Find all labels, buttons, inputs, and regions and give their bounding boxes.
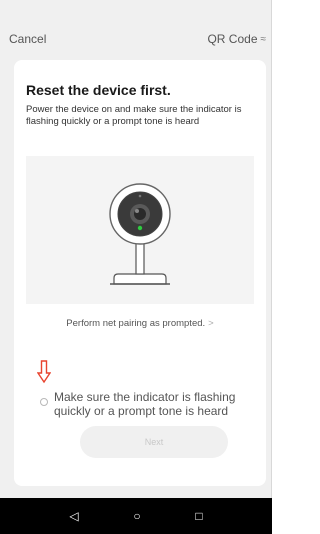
home-icon[interactable]: ○ [133, 509, 140, 523]
chevron-right-icon: > [208, 318, 214, 329]
confirm-radio[interactable] [40, 398, 48, 406]
confirm-indicator-option[interactable]: Make sure the indicator is flashing quic… [40, 390, 244, 418]
down-arrow-icon [37, 360, 51, 384]
net-pairing-label: Perform net pairing as prompted. [66, 318, 206, 329]
confirm-indicator-label: Make sure the indicator is flashing quic… [54, 390, 236, 418]
net-pairing-link[interactable]: Perform net pairing as prompted. > [14, 318, 266, 329]
back-icon[interactable]: ◁ [69, 509, 78, 523]
next-button[interactable]: Next [80, 426, 228, 458]
reset-description: Power the device on and make sure the in… [26, 104, 242, 127]
top-bar: Cancel QR Code ≈ [0, 30, 272, 50]
device-illustration [26, 156, 254, 304]
android-nav-bar: ◁ ○ □ [0, 498, 272, 534]
qr-code-button[interactable]: QR Code ≈ [207, 32, 266, 46]
page-title: Reset the device first. [26, 82, 171, 98]
cancel-button[interactable]: Cancel [9, 32, 46, 46]
phone-frame: Cancel QR Code ≈ Reset the device first.… [0, 0, 278, 534]
screen-edge [272, 0, 278, 498]
recents-icon[interactable]: □ [195, 509, 202, 523]
app-screen: Cancel QR Code ≈ Reset the device first.… [0, 0, 272, 498]
security-camera-icon [109, 183, 171, 285]
reset-card: Reset the device first. Power the device… [14, 60, 266, 486]
qr-switch-icon: ≈ [260, 33, 267, 45]
qr-code-label: QR Code [207, 32, 258, 46]
